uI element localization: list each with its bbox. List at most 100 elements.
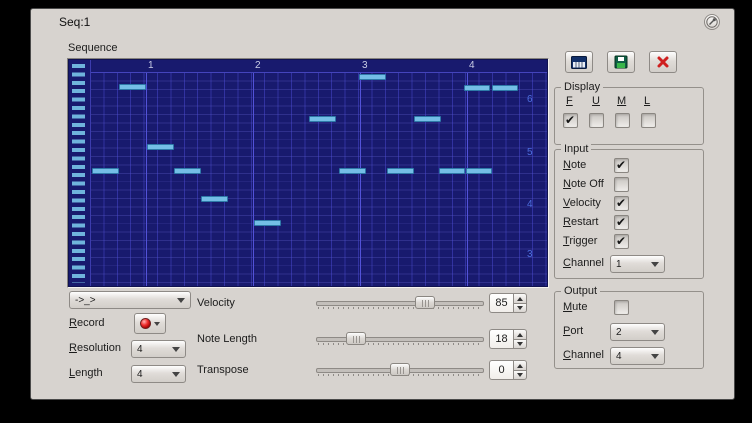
output-mute-label: Mute — [563, 301, 587, 313]
note[interactable] — [147, 144, 174, 150]
resolution-value: 4 — [137, 344, 168, 355]
display-m-checkbox[interactable] — [615, 113, 630, 128]
transpose-slider[interactable] — [316, 362, 484, 378]
input-velocity-label: Velocity — [563, 197, 601, 209]
output-group: Output Mute Port 2 Channel 4 — [554, 291, 704, 369]
note[interactable] — [466, 168, 492, 174]
velocity-spinbox[interactable]: 85 — [489, 293, 527, 313]
input-note-off-label: Note Off — [563, 178, 604, 190]
sequence-section-label: Sequence — [68, 42, 118, 54]
note-length-label: Note Length — [197, 333, 257, 345]
note[interactable] — [492, 85, 518, 91]
spin-down-button[interactable] — [513, 370, 527, 381]
input-velocity-checkbox[interactable] — [614, 196, 629, 211]
keyboard-icon — [571, 56, 587, 69]
spin-up-button[interactable] — [513, 329, 527, 339]
store-button[interactable] — [607, 51, 635, 73]
input-trigger-label: Trigger — [563, 235, 597, 247]
input-note-checkbox[interactable] — [614, 158, 629, 173]
output-channel-value: 4 — [616, 351, 647, 362]
transpose-value: 0 — [489, 360, 513, 380]
note[interactable] — [439, 168, 465, 174]
velocity-slider[interactable] — [316, 295, 484, 311]
output-port-label: Port — [563, 325, 583, 337]
note[interactable] — [309, 116, 336, 122]
notes-layer — [69, 60, 547, 286]
resolution-combo[interactable]: 4 — [131, 340, 186, 358]
note[interactable] — [119, 84, 146, 90]
length-combo[interactable]: 4 — [131, 365, 186, 383]
input-note-label: Note — [563, 159, 586, 171]
output-group-title: Output — [561, 285, 600, 297]
length-label: Length — [69, 367, 103, 379]
output-mute-checkbox[interactable] — [614, 300, 629, 315]
display-l-checkbox[interactable] — [641, 113, 656, 128]
keyboard-button[interactable] — [565, 51, 593, 73]
note[interactable] — [92, 168, 119, 174]
input-restart-label: Restart — [563, 216, 598, 228]
input-channel-label: Channel — [563, 257, 604, 269]
velocity-value: 85 — [489, 293, 513, 313]
display-col-label: M — [617, 95, 626, 107]
input-note-off-checkbox[interactable] — [614, 177, 629, 192]
note[interactable] — [359, 74, 386, 80]
input-trigger-checkbox[interactable] — [614, 234, 629, 249]
transpose-label: Transpose — [197, 364, 249, 376]
transpose-spinbox[interactable]: 0 — [489, 360, 527, 380]
display-group-title: Display — [561, 81, 603, 93]
loop-mode-combo[interactable]: ->_> — [69, 291, 191, 309]
spin-down-button[interactable] — [513, 339, 527, 350]
app-background: Seq:1 Sequence 1 2 3 4 — [0, 0, 752, 423]
note[interactable] — [464, 85, 490, 91]
note-length-slider-handle[interactable] — [346, 332, 366, 345]
spin-up-button[interactable] — [513, 293, 527, 303]
input-group-title: Input — [561, 143, 591, 155]
transpose-slider-handle[interactable] — [390, 363, 410, 376]
note-length-value: 18 — [489, 329, 513, 349]
spin-up-button[interactable] — [513, 360, 527, 370]
display-col-label: U — [592, 95, 600, 107]
record-label: Record — [69, 317, 104, 329]
chevron-down-icon — [651, 330, 659, 335]
display-col-label: F — [566, 95, 573, 107]
record-button[interactable] — [134, 313, 166, 334]
note[interactable] — [339, 168, 366, 174]
velocity-slider-handle[interactable] — [415, 296, 435, 309]
output-port-value: 2 — [616, 327, 647, 338]
delete-x-icon — [656, 55, 670, 69]
note[interactable] — [174, 168, 201, 174]
note[interactable] — [414, 116, 441, 122]
note-length-spinbox[interactable]: 18 — [489, 329, 527, 349]
delete-button[interactable] — [649, 51, 677, 73]
piano-roll-frame: 1 2 3 4 6 5 4 3 — [67, 58, 549, 288]
detach-button[interactable] — [704, 14, 720, 30]
display-f-checkbox[interactable] — [563, 113, 578, 128]
save-icon — [614, 55, 628, 69]
note[interactable] — [254, 220, 281, 226]
chevron-down-icon — [154, 322, 160, 326]
seq-window: Seq:1 Sequence 1 2 3 4 — [30, 8, 735, 400]
input-restart-checkbox[interactable] — [614, 215, 629, 230]
display-group: Display F U M L — [554, 87, 704, 145]
chevron-down-icon — [172, 372, 180, 377]
loop-mode-value: ->_> — [75, 295, 173, 306]
chevron-down-icon — [172, 347, 180, 352]
input-channel-combo[interactable]: 1 — [610, 255, 665, 273]
output-channel-combo[interactable]: 4 — [610, 347, 665, 365]
window-title: Seq:1 — [59, 15, 90, 29]
display-u-checkbox[interactable] — [589, 113, 604, 128]
note-length-slider[interactable] — [316, 331, 484, 347]
output-channel-label: Channel — [563, 349, 604, 361]
length-value: 4 — [137, 369, 168, 380]
note[interactable] — [387, 168, 414, 174]
output-port-combo[interactable]: 2 — [610, 323, 665, 341]
chevron-down-icon — [177, 298, 185, 303]
titlebar: Seq:1 — [31, 9, 734, 35]
chevron-down-icon — [651, 262, 659, 267]
record-led-icon — [140, 318, 151, 329]
chevron-down-icon — [651, 354, 659, 359]
note[interactable] — [201, 196, 228, 202]
spin-down-button[interactable] — [513, 303, 527, 314]
velocity-label: Velocity — [197, 297, 235, 309]
pin-icon — [705, 15, 719, 29]
